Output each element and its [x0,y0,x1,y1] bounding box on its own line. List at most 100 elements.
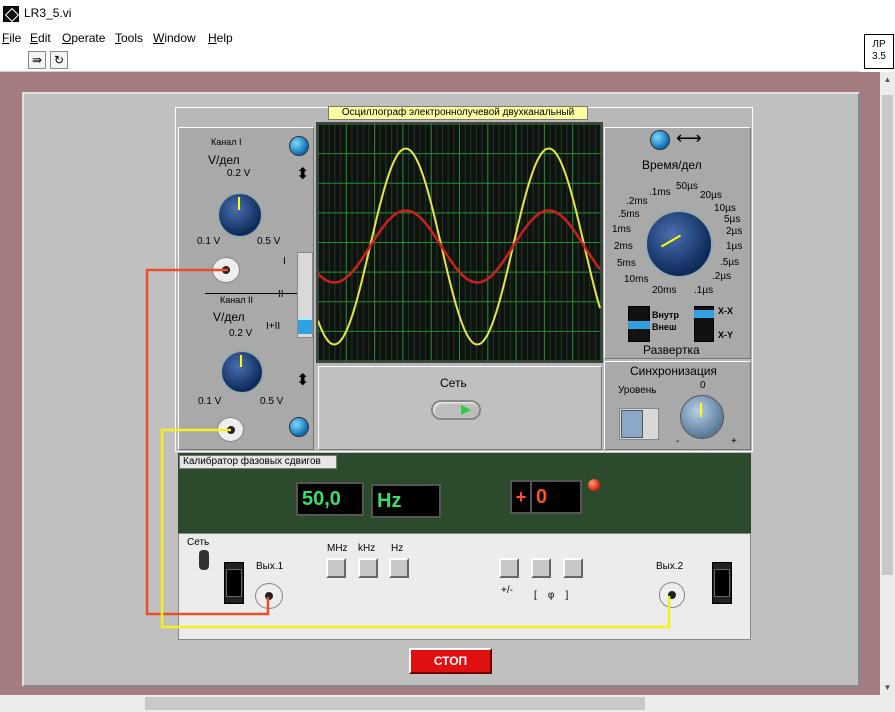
stop-button[interactable]: СТОП [409,648,492,674]
sweep-source-thumb [628,321,650,329]
menu-tools[interactable]: Tools [115,31,143,45]
channel1-input-jack[interactable] [212,257,240,283]
out2-amplitude-thumb [714,569,730,597]
time-tick-2: 50µs [676,181,698,192]
frequency-display: 50,0 [296,482,364,516]
frequency-unit-display: Hz [371,484,441,518]
timebase-knob[interactable] [645,210,713,278]
time-tick-5: 5µs [724,214,741,225]
phase-phi-label: [ φ ] [534,590,569,601]
run-arrow-icon[interactable]: ⇛ [28,51,46,69]
time-tick-3: 20µs [700,190,722,201]
unit-khz-button[interactable] [358,558,378,578]
channel2-v-mid: 0.2 V [229,328,253,339]
sync-minus-label: - [676,436,680,447]
horizontal-scroll-thumb[interactable] [145,697,645,710]
phase-display: 0 [530,480,582,514]
unit-hz-button[interactable] [389,558,409,578]
phase-sign-display: + [510,480,532,514]
time-tick-10: .1µs [694,285,714,296]
vertical-scroll-thumb[interactable] [882,95,893,575]
horizontal-arrows-icon: ⟷ [676,128,702,148]
channel2-unit: V/дел [213,310,245,324]
time-tick-8: .5µs [720,257,740,268]
time-tick-0: .2ms [626,196,648,207]
phase-sign-label: +/- [501,585,513,596]
scroll-up-icon[interactable]: ▲ [880,72,895,87]
time-tick-9: .2µs [712,271,732,282]
sweep-xy-label: X-Y [718,330,734,340]
sync-level-label: Уровень [618,385,657,396]
time-tick-12: 10ms [624,274,649,285]
vertical-arrows-icon-2: ⬍ [296,372,310,389]
time-tick-6: 2µs [726,226,743,237]
run-continuously-icon[interactable]: ↻ [50,51,68,69]
menu-edit[interactable]: Edit [30,31,51,45]
out1-label: Вых.1 [256,561,284,572]
channel2-volts-knob[interactable] [220,350,264,394]
time-tick-11: 20ms [652,285,677,296]
sweep-mode-thumb [694,310,714,318]
time-tick-4: 10µs [714,203,736,214]
time-tick-15: 1ms [612,224,631,235]
unit-hz-label: Hz [391,543,404,554]
phase-up-button[interactable] [563,558,583,578]
generator-power-label: Сеть [187,537,210,548]
sync-level-thumb[interactable] [621,410,643,438]
sync-knob-pointer [700,403,702,417]
unit-khz-label: kHz [358,543,376,554]
channel2-input-jack[interactable] [217,417,244,442]
menu-file[interactable]: File [2,31,21,45]
channel2-position-button[interactable] [289,417,309,437]
mode-switch-thumb[interactable] [298,318,312,334]
channel1-volts-knob[interactable] [217,192,263,238]
oscilloscope-screen [316,122,603,363]
sync-plus-label: + [731,436,737,447]
sweep-label: Развертка [643,343,700,357]
channel2-label: Канал II [220,295,253,305]
menu-window[interactable]: Window [153,31,196,45]
lab-number-badge: ЛР 3.5 [864,34,894,69]
sweep-xx-label: X-X [718,306,734,316]
time-tick-13: 5ms [617,258,636,269]
channel1-position-button[interactable] [289,136,309,156]
out2-jack[interactable] [659,582,685,608]
oscilloscope-title: Осциллограф электроннолучевой двухканаль… [328,106,588,120]
channel2-v-left: 0.1 V [198,396,222,407]
window-title: LR3_5.vi [24,6,72,20]
vertical-arrows-icon: ⬍ [296,166,310,183]
phase-down-button[interactable] [531,558,551,578]
sweep-external-label: Внеш [652,322,677,332]
scroll-down-icon[interactable]: ▼ [880,680,895,695]
channel1-v-left: 0.1 V [197,236,221,247]
status-led [588,479,600,491]
sweep-internal-label: Внутр [652,310,679,320]
mode-switch-i: I [283,256,286,267]
phase-sign-button[interactable] [499,558,519,578]
time-tick-1: .1ms [649,187,671,198]
time-tick-7: 1µs [726,241,743,252]
channel1-v-right: 0.5 V [257,236,281,247]
sync-label: Синхронизация [630,364,717,378]
out1-jack[interactable] [255,583,283,609]
channel2-knob-pointer [240,355,242,367]
generator-power-toggle[interactable] [199,550,209,570]
sync-zero-label: 0 [700,380,706,391]
channel1-label: Канал I [211,137,242,147]
unit-mhz-label: MHz [327,543,348,554]
unit-mhz-button[interactable] [326,558,346,578]
network-label: Сеть [440,376,467,390]
menu-help[interactable]: Help [208,31,233,45]
channel2-v-right: 0.5 V [260,396,284,407]
time-tick-16: .5ms [618,209,640,220]
out1-amplitude-thumb [226,569,242,597]
channel1-v-mid: 0.2 V [227,168,251,179]
channel1-knob-pointer [238,197,240,210]
power-button[interactable] [431,400,481,420]
sync-level-knob[interactable] [680,395,724,439]
time-tick-14: 2ms [614,241,633,252]
channel1-unit: V/дел [208,153,240,167]
menu-operate[interactable]: Operate [62,31,105,45]
horizontal-position-button[interactable] [650,130,670,150]
mode-switch-i-plus-ii: I+II [266,321,281,332]
